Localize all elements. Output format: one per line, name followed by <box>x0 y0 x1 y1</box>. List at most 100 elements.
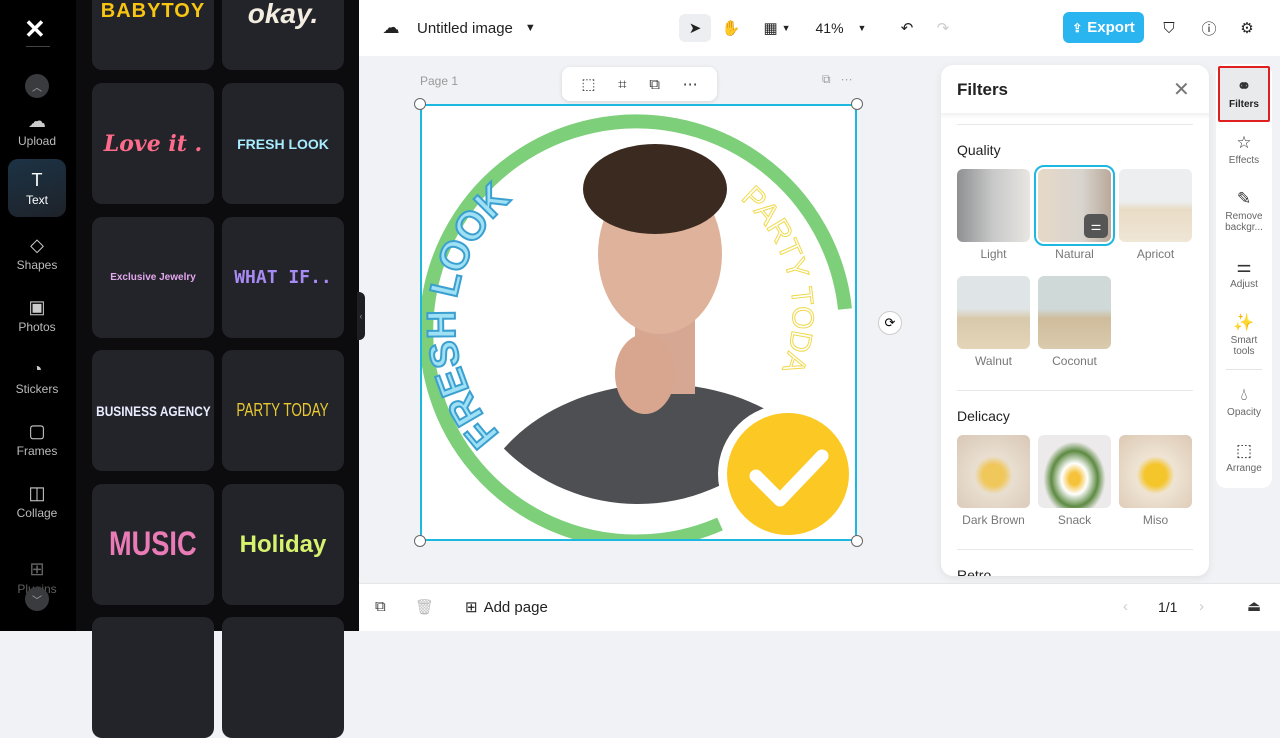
selection-toolbar: ⬚ ⌗ ⧉ ⋯ <box>562 67 717 101</box>
template-text: FRESH LOOK <box>237 135 329 152</box>
collage-icon: ◫ <box>28 482 46 503</box>
layout-button[interactable]: ▦ ▼ <box>757 14 797 42</box>
help-icon[interactable]: ⓘ <box>1197 14 1221 42</box>
template-card[interactable]: okay. <box>222 0 344 70</box>
resize-handle[interactable] <box>414 535 426 547</box>
trash-icon[interactable]: 🗑︎ <box>415 598 434 616</box>
scroll-up-button[interactable]: ︿ <box>25 74 49 98</box>
tool-arrange[interactable]: ⬚ Arrange <box>1218 442 1270 475</box>
filter-thumb-dark-brown[interactable] <box>957 435 1030 508</box>
cloud-save-icon[interactable]: ☁ <box>379 14 403 42</box>
close-icon[interactable]: ✕ <box>1173 77 1190 102</box>
select-area-icon[interactable]: ⬚ <box>581 75 595 93</box>
template-card[interactable]: BABYTOY <box>92 0 214 70</box>
template-card[interactable]: Love it . <box>92 83 214 204</box>
tool-opacity[interactable]: 💧︎ Opacity <box>1218 385 1270 419</box>
settings-icon[interactable]: ⚙ <box>1235 14 1259 42</box>
tool-label: Effects <box>1228 155 1260 166</box>
panel-collapse-handle[interactable]: ‹ <box>357 292 365 340</box>
undo-icon: ↶ <box>900 20 914 37</box>
filter-thumb-coconut[interactable] <box>1038 276 1111 349</box>
tool-smart-tools[interactable]: ✨ Smart tools <box>1218 314 1270 358</box>
cloud-upload-icon: ☁ <box>28 110 46 131</box>
filter-thumb-walnut[interactable] <box>957 276 1030 349</box>
rail-upload[interactable]: ☁ Upload <box>8 100 66 158</box>
chevron-down-icon: ▼ <box>524 22 536 34</box>
add-page-icon-button[interactable]: ⧉ <box>375 598 386 615</box>
sliders-icon: ⚌ <box>1236 257 1252 276</box>
divider <box>26 46 50 47</box>
rail-text[interactable]: T Text <box>8 159 66 217</box>
select-tool-button[interactable]: ➤ <box>679 14 711 42</box>
scroll-down-button[interactable]: ﹀ <box>25 587 49 611</box>
rail-photos[interactable]: ▣ Photos <box>8 286 66 344</box>
template-card[interactable]: Exclusive Jewelry <box>92 217 214 338</box>
template-card[interactable]: WHAT IF.. <box>222 217 344 338</box>
duplicate-icon[interactable]: ⧉ <box>649 76 660 93</box>
tool-label: Opacity <box>1227 407 1261 418</box>
resize-handle[interactable] <box>414 98 426 110</box>
page-actions[interactable]: ⧉ ⋯ <box>822 72 853 87</box>
canvas-page[interactable]: FRESH LOOK PARTY TODAY ⟳ <box>409 78 902 549</box>
layout-icon: ▦ <box>763 20 778 37</box>
tool-remove-background[interactable]: ✎ Remove backgr... <box>1218 190 1270 234</box>
chevron-down-icon: ▼ <box>857 23 867 33</box>
filter-label: Apricot <box>1136 247 1175 261</box>
template-card[interactable] <box>222 617 344 738</box>
hand-icon: ✋ <box>721 20 741 37</box>
droplet-icon: 💧︎ <box>1240 385 1248 404</box>
template-card[interactable]: PARTY TODAY <box>222 350 344 471</box>
rotate-handle[interactable]: ⟳ <box>878 311 902 335</box>
filter-thumb-natural[interactable]: ⚌ <box>1034 165 1115 246</box>
filter-thumb-miso[interactable] <box>1119 435 1192 508</box>
template-card[interactable]: Holiday <box>222 484 344 605</box>
filter-label: Miso <box>1142 513 1169 527</box>
tool-effects[interactable]: ☆ Effects <box>1218 134 1270 167</box>
hand-tool-button[interactable]: ✋ <box>717 14 745 42</box>
filters-icon: ⚭ <box>1236 77 1252 96</box>
undo-button[interactable]: ↶ <box>895 14 919 42</box>
shield-icon[interactable]: ⛉ <box>1157 14 1181 42</box>
template-card[interactable]: BUSINESS AGENCY <box>92 350 214 471</box>
rail-frames[interactable]: ▢ Frames <box>8 410 66 468</box>
prev-page-button[interactable]: ‹ <box>1123 598 1128 615</box>
selection-border <box>420 104 857 541</box>
capcut-logo[interactable]: ✕ <box>24 14 46 45</box>
export-button[interactable]: ⇪ Export <box>1063 12 1144 43</box>
zoom-dropdown[interactable]: 41% ▼ <box>811 14 871 42</box>
rail-shapes[interactable]: ◇ Shapes <box>8 224 66 282</box>
group-icon[interactable]: ⌗ <box>618 76 626 93</box>
resize-handle[interactable] <box>851 98 863 110</box>
section-title: Retro <box>957 567 992 576</box>
template-card[interactable]: FRESH LOOK <box>222 83 344 204</box>
tool-label: Adjust <box>1230 279 1258 290</box>
tool-label: Filters <box>1228 99 1259 110</box>
filter-thumb-snack[interactable] <box>1038 435 1111 508</box>
filter-thumb-apricot[interactable] <box>1119 169 1192 242</box>
adjust-icon[interactable]: ⚌ <box>1084 214 1108 238</box>
redo-button[interactable]: ↷ <box>931 14 955 42</box>
tool-filters[interactable]: ⚭ Filters <box>1218 66 1270 122</box>
more-icon[interactable]: ⋯ <box>683 75 698 93</box>
add-page-button[interactable]: ⊞ Add page <box>465 598 548 617</box>
template-card[interactable] <box>92 617 214 738</box>
grid-icon: ⊞ <box>29 558 45 579</box>
rail-collage[interactable]: ◫ Collage <box>8 472 66 530</box>
rail-label: Stickers <box>15 381 59 396</box>
next-page-button[interactable]: › <box>1199 598 1204 615</box>
top-bar: ☁ Untitled image ▼ ➤ ✋ ▦ ▼ 41% ▼ ↶ ↷ ⇪ Expor… <box>359 0 1280 56</box>
resize-handle[interactable] <box>851 535 863 547</box>
page-label: Page 1 <box>420 74 459 88</box>
rail-stickers[interactable]: ◔ Stickers <box>8 348 66 406</box>
chevron-down-icon: ▼ <box>781 23 791 33</box>
filter-label: Coconut <box>1052 354 1097 368</box>
tool-adjust[interactable]: ⚌ Adjust <box>1218 257 1270 291</box>
document-title[interactable]: Untitled image ▼ <box>417 14 536 42</box>
frame-icon: ▢ <box>28 420 46 441</box>
text-template-panel: BABYTOY okay. Love it . FRESH LOOK Exclu… <box>76 0 365 738</box>
tool-label: Smart tools <box>1230 335 1258 357</box>
filter-thumb-light[interactable] <box>957 169 1030 242</box>
collapse-pages-icon[interactable]: ⏏ <box>1247 597 1261 615</box>
divider <box>957 124 1193 125</box>
template-card[interactable]: MUSIC <box>92 484 214 605</box>
